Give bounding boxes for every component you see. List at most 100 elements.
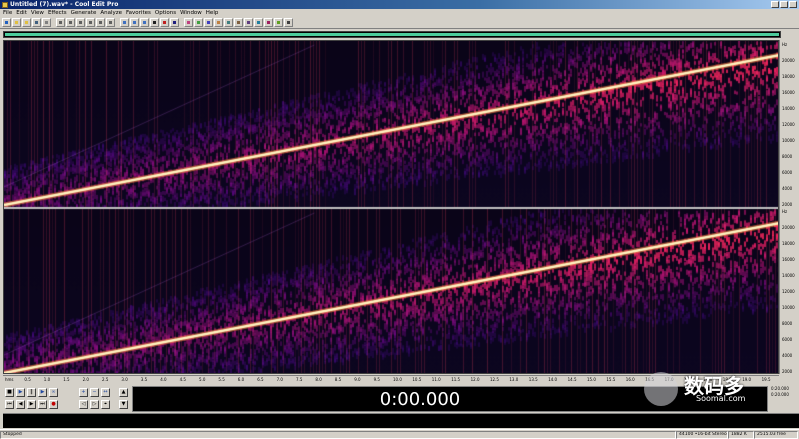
time-label: hms bbox=[5, 377, 14, 382]
frequency-label: 10000 bbox=[782, 305, 795, 310]
menu-favorites[interactable]: Favorites bbox=[126, 9, 151, 17]
go-end-button[interactable]: ⏭ bbox=[38, 400, 47, 409]
save-as-icon[interactable] bbox=[42, 18, 51, 27]
time-label: 11.5 bbox=[451, 377, 461, 382]
menu-analyze[interactable]: Analyze bbox=[100, 9, 122, 17]
window-title: Untitled (7).wav* - Cool Edit Pro bbox=[10, 1, 119, 8]
menu-view[interactable]: View bbox=[31, 9, 44, 17]
zoom-out-icon[interactable]: − bbox=[90, 388, 99, 397]
zoom-selection-icon[interactable]: ⌖ bbox=[101, 400, 110, 409]
settings-icon[interactable] bbox=[284, 18, 293, 27]
time-label: 12.5 bbox=[490, 377, 499, 382]
rewind-button[interactable]: ◀ bbox=[16, 400, 25, 409]
time-label: 2.5 bbox=[102, 377, 109, 382]
amplify-icon[interactable] bbox=[214, 18, 223, 27]
frequency-ruler: Hz 20000 18000 16000 14000 12000 10000 8000 6000… bbox=[779, 40, 799, 374]
envelope-icon[interactable] bbox=[274, 18, 283, 27]
time-label: 3.5 bbox=[140, 377, 148, 382]
frequency-label: 4000 bbox=[782, 353, 793, 358]
cut-icon[interactable] bbox=[56, 18, 65, 27]
folder-icon[interactable] bbox=[22, 18, 31, 27]
multitrack-icon[interactable] bbox=[2, 18, 11, 27]
time-label: 7.5 bbox=[296, 377, 303, 382]
stop-button[interactable]: ■ bbox=[5, 388, 14, 397]
menu-help[interactable]: Help bbox=[206, 9, 219, 17]
menu-generate[interactable]: Generate bbox=[71, 9, 97, 17]
status-state: Stopped bbox=[0, 430, 676, 439]
time-label: 8.5 bbox=[334, 377, 342, 382]
menu-window[interactable]: Window bbox=[180, 9, 202, 17]
frequency-label: 12000 bbox=[782, 122, 795, 127]
spectral-display[interactable] bbox=[3, 40, 779, 374]
zoom-left-icon[interactable]: ◁ bbox=[79, 400, 88, 409]
undo-icon[interactable] bbox=[120, 18, 129, 27]
noise-icon[interactable] bbox=[234, 18, 243, 27]
transport-controls: ■ ▶ ‖ ▶ ∞ ⏮ ◀ ▶ ⏭ ● + − ↔ ◁ ▷ ⌖ ▲ ▼ bbox=[3, 385, 130, 412]
frequency-label: 14000 bbox=[782, 106, 795, 111]
frequency-label: 20000 bbox=[782, 58, 795, 63]
filter-icon[interactable] bbox=[224, 18, 233, 27]
loop-button[interactable]: ∞ bbox=[49, 388, 58, 397]
view-icon[interactable] bbox=[170, 18, 179, 27]
go-start-button[interactable]: ⏮ bbox=[5, 400, 14, 409]
time-label: 4.5 bbox=[179, 377, 186, 382]
frequency-label: 6000 bbox=[782, 170, 793, 175]
zoom-right-icon[interactable]: ▷ bbox=[90, 400, 99, 409]
waveform-view-icon[interactable] bbox=[150, 18, 159, 27]
play-to-end-button[interactable]: ▶ bbox=[38, 388, 47, 397]
play-button[interactable]: ▶ bbox=[16, 388, 25, 397]
redo-icon[interactable] bbox=[130, 18, 139, 27]
time-label: 15.5 bbox=[606, 377, 616, 382]
zoom-vertical-out-icon[interactable]: ▼ bbox=[119, 400, 128, 409]
mix-paste-icon[interactable] bbox=[86, 18, 95, 27]
time-label: 5.5 bbox=[218, 377, 225, 382]
spectrogram-canvas[interactable] bbox=[4, 41, 778, 373]
status-format: 44100 •16-bit Stereo bbox=[676, 430, 728, 439]
menu-options[interactable]: Options bbox=[155, 9, 176, 17]
spectral-view-icon[interactable] bbox=[160, 18, 169, 27]
status-size: 1882 K bbox=[728, 430, 754, 439]
generate-icon[interactable] bbox=[194, 18, 203, 27]
menu-effects[interactable]: Effects bbox=[48, 9, 67, 17]
record-button[interactable]: ● bbox=[49, 400, 58, 409]
overview-bar[interactable] bbox=[3, 31, 781, 38]
overview-range[interactable] bbox=[5, 33, 779, 36]
time-label: 5.0 bbox=[199, 377, 206, 382]
status-bar: Stopped 44100 •16-bit Stereo 1882 K 2515… bbox=[0, 429, 799, 439]
time-label: 1.0 bbox=[43, 377, 51, 382]
analyze-icon[interactable] bbox=[204, 18, 213, 27]
zoom-in-icon[interactable]: + bbox=[79, 388, 88, 397]
copy-icon[interactable] bbox=[66, 18, 75, 27]
delay-icon[interactable] bbox=[244, 18, 253, 27]
paste-icon[interactable] bbox=[76, 18, 85, 27]
app-icon bbox=[2, 1, 8, 8]
maximize-button[interactable] bbox=[780, 1, 788, 8]
fast-forward-button[interactable]: ▶ bbox=[27, 400, 36, 409]
menu-edit[interactable]: Edit bbox=[16, 9, 27, 17]
pause-button[interactable]: ‖ bbox=[27, 388, 36, 397]
minimize-button[interactable] bbox=[771, 1, 779, 8]
effect-icon[interactable] bbox=[184, 18, 193, 27]
menu-bar: File Edit View Effects Generate Analyze … bbox=[0, 9, 799, 17]
menu-file[interactable]: File bbox=[3, 9, 12, 17]
time-label: 10.0 bbox=[393, 377, 402, 382]
repeat-icon[interactable] bbox=[140, 18, 149, 27]
zoom-vertical-in-icon[interactable]: ▲ bbox=[119, 388, 128, 397]
delete-icon[interactable] bbox=[106, 18, 115, 27]
zoom-full-icon[interactable]: ↔ bbox=[101, 388, 110, 397]
time-label: 9.0 bbox=[354, 377, 361, 382]
pitch-icon[interactable] bbox=[264, 18, 273, 27]
time-label: 14.5 bbox=[567, 377, 577, 382]
time-label: 1.5 bbox=[63, 377, 70, 382]
trim-icon[interactable] bbox=[96, 18, 105, 27]
frequency-label: 12000 bbox=[782, 289, 795, 294]
save-icon[interactable] bbox=[32, 18, 41, 27]
time-label: 4.0 bbox=[160, 377, 167, 382]
time-label: 7.0 bbox=[276, 377, 283, 382]
frequency-label: 14000 bbox=[782, 273, 795, 278]
close-button[interactable] bbox=[789, 1, 797, 8]
reverb-icon[interactable] bbox=[254, 18, 263, 27]
frequency-label: 8000 bbox=[782, 321, 793, 326]
frequency-label: 8000 bbox=[782, 154, 793, 159]
open-icon[interactable] bbox=[12, 18, 21, 27]
